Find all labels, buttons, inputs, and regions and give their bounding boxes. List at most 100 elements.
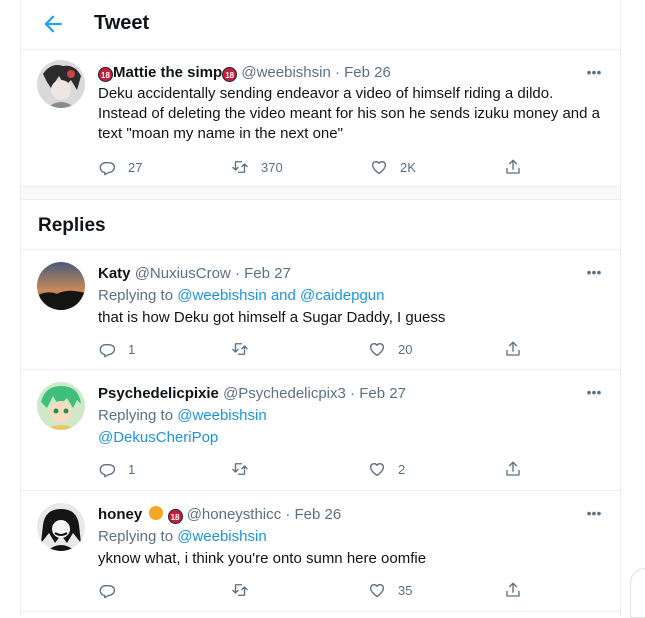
tweet-body: 18 Mattie the simp 18 @weebishsin · Feb 26… bbox=[98, 63, 604, 144]
more-icon[interactable]: ••• bbox=[584, 264, 604, 284]
like-button[interactable]: 2K bbox=[370, 157, 416, 177]
like-icon bbox=[369, 584, 385, 598]
divider bbox=[21, 611, 620, 612]
tweet-actions: 1 2 bbox=[98, 459, 538, 479]
reply-tweet[interactable]: honey 18 @honeysthicc · Feb 26 Replying … bbox=[21, 491, 620, 611]
display-name[interactable]: Psychedelicpixie bbox=[98, 385, 219, 402]
share-button[interactable] bbox=[504, 459, 522, 479]
like-count: 20 bbox=[398, 341, 413, 357]
retweet-button[interactable] bbox=[231, 459, 249, 479]
separator-dot: · bbox=[285, 506, 291, 523]
tweet-date[interactable]: Feb 27 bbox=[359, 385, 406, 402]
like-button[interactable]: 20 bbox=[368, 339, 412, 359]
tweet-body: honey 18 @honeysthicc · Feb 26 Replying … bbox=[98, 505, 604, 569]
share-button[interactable] bbox=[504, 157, 522, 177]
reply-button[interactable] bbox=[98, 580, 116, 600]
share-icon bbox=[506, 341, 520, 356]
retweet-count: 370 bbox=[261, 159, 283, 175]
replying-to: Replying to @weebishsin bbox=[98, 406, 604, 426]
like-count: 35 bbox=[398, 582, 413, 598]
avatar[interactable] bbox=[37, 60, 85, 108]
replying-to-link[interactable]: @weebishsin bbox=[177, 528, 266, 545]
tweet-body: Psychedelicpixie @Psychedelicpix3 · Feb … bbox=[98, 384, 604, 448]
tweet-body: Katy @NuxiusCrow · Feb 27 Replying to @w… bbox=[98, 264, 604, 328]
page-title: Tweet bbox=[94, 12, 150, 34]
tweet-date[interactable]: Feb 26 bbox=[295, 506, 342, 523]
mention-link[interactable]: @DekusCheriPop bbox=[98, 428, 604, 448]
more-icon[interactable]: ••• bbox=[584, 384, 604, 404]
replying-to-link[interactable]: @weebishsin and @caidepgun bbox=[177, 287, 384, 304]
separator-dot: · bbox=[350, 385, 356, 402]
display-name[interactable]: Katy bbox=[98, 265, 131, 282]
reply-button[interactable]: 1 bbox=[98, 459, 135, 479]
separator-dot: · bbox=[234, 265, 240, 282]
like-count: 2 bbox=[398, 461, 406, 477]
retweet-button[interactable] bbox=[231, 580, 249, 600]
reply-tweet[interactable]: Katy @NuxiusCrow · Feb 27 Replying to @w… bbox=[21, 250, 620, 369]
share-button[interactable] bbox=[504, 339, 522, 359]
like-button[interactable]: 2 bbox=[368, 459, 405, 479]
avatar[interactable] bbox=[37, 262, 85, 310]
adult-badge-icon: 18 bbox=[222, 67, 238, 82]
timeline-column: Tweet 18 Mattie the simp 18 @weebishsin · … bbox=[20, 0, 621, 616]
reply-tweet[interactable]: Psychedelicpixie @Psychedelicpix3 · Feb … bbox=[21, 370, 620, 490]
retweet-icon bbox=[232, 463, 248, 475]
page-header: Tweet bbox=[21, 0, 620, 50]
tweet-text: Deku accidentally sending endeavor a vid… bbox=[98, 85, 600, 142]
reply-count: 1 bbox=[128, 341, 136, 357]
honey-pot-icon bbox=[149, 506, 164, 520]
replying-to-link[interactable]: @weebishsin bbox=[177, 407, 266, 424]
share-icon bbox=[506, 159, 520, 174]
more-icon[interactable]: ••• bbox=[584, 64, 604, 84]
reply-count: 27 bbox=[128, 159, 143, 175]
tweet-header: Psychedelicpixie @Psychedelicpix3 · Feb … bbox=[98, 384, 604, 404]
reply-icon bbox=[99, 584, 116, 599]
like-icon bbox=[369, 343, 385, 357]
section-separator bbox=[21, 186, 620, 200]
tweet-date[interactable]: Feb 26 bbox=[344, 64, 391, 81]
tweet-header: honey 18 @honeysthicc · Feb 26 bbox=[98, 505, 604, 525]
avatar[interactable] bbox=[37, 503, 85, 551]
display-name[interactable]: honey bbox=[98, 506, 142, 523]
like-count: 2K bbox=[400, 159, 416, 175]
floating-panel-edge bbox=[630, 568, 645, 618]
like-icon bbox=[371, 161, 387, 175]
reply-icon bbox=[99, 161, 116, 176]
more-icon[interactable]: ••• bbox=[584, 505, 604, 525]
replying-to: Replying to @weebishsin and @caidepgun bbox=[98, 286, 604, 306]
like-button[interactable]: 35 bbox=[368, 580, 412, 600]
tweet-actions: 27 370 2K bbox=[98, 157, 538, 177]
retweet-icon bbox=[232, 161, 248, 173]
tweet-header: 18 Mattie the simp 18 @weebishsin · Feb 26 bbox=[98, 63, 604, 83]
retweet-button[interactable] bbox=[231, 339, 249, 359]
tweet-date[interactable]: Feb 27 bbox=[244, 265, 291, 282]
back-arrow-icon[interactable] bbox=[40, 11, 66, 37]
replying-to-label: Replying to bbox=[98, 287, 178, 304]
display-name[interactable]: Mattie the simp bbox=[113, 64, 222, 81]
user-handle[interactable]: @NuxiusCrow bbox=[135, 265, 231, 282]
reply-icon bbox=[99, 343, 116, 358]
user-handle[interactable]: @weebishsin bbox=[241, 64, 330, 81]
share-button[interactable] bbox=[504, 580, 522, 600]
share-icon bbox=[506, 461, 520, 476]
replying-to: Replying to @weebishsin bbox=[98, 527, 604, 547]
retweet-icon bbox=[232, 343, 248, 355]
replies-heading: Replies bbox=[38, 215, 106, 236]
reply-button[interactable]: 1 bbox=[98, 339, 135, 359]
avatar[interactable] bbox=[37, 382, 85, 430]
tweet-text: that is how Deku got himself a Sugar Dad… bbox=[98, 309, 446, 326]
reply-icon bbox=[99, 463, 116, 478]
share-icon bbox=[506, 582, 520, 597]
tweet-text: yknow what, i think you're onto sumn her… bbox=[98, 550, 427, 567]
separator-dot: · bbox=[334, 64, 340, 81]
like-icon bbox=[369, 463, 385, 477]
user-handle[interactable]: @honeysthicc bbox=[187, 506, 281, 523]
reply-button[interactable]: 27 bbox=[98, 157, 142, 177]
reply-count: 1 bbox=[128, 461, 136, 477]
user-handle[interactable]: @Psychedelicpix3 bbox=[223, 385, 346, 402]
adult-badge-icon: 18 bbox=[98, 67, 113, 82]
retweet-button[interactable]: 370 bbox=[231, 157, 283, 177]
replying-to-label: Replying to bbox=[98, 528, 178, 545]
main-tweet[interactable]: 18 Mattie the simp 18 @weebishsin · Feb 26… bbox=[21, 50, 620, 186]
replying-to-label: Replying to bbox=[98, 407, 178, 424]
